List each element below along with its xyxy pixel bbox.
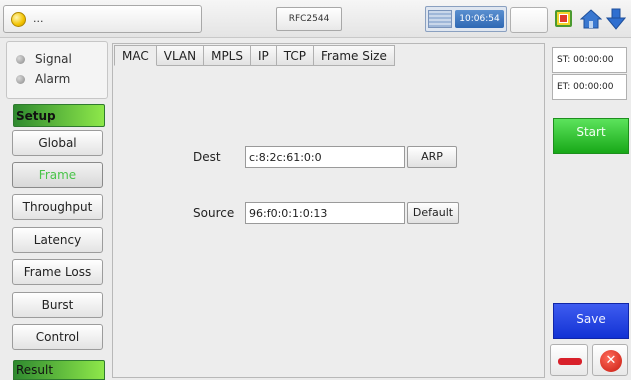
tab-vlan[interactable]: VLAN: [156, 45, 205, 66]
blank-status-box[interactable]: [510, 7, 548, 33]
nav-frame[interactable]: Frame: [12, 162, 103, 188]
alarm-led-icon: [16, 75, 25, 84]
indicator-signal: Signal: [16, 52, 72, 70]
arrow-down-icon[interactable]: [606, 8, 626, 30]
nav-throughput[interactable]: Throughput: [12, 194, 103, 220]
indicator-label: Alarm: [35, 72, 71, 86]
tab-frame-size[interactable]: Frame Size: [314, 45, 395, 66]
tab-tcp[interactable]: TCP: [276, 45, 315, 66]
indicator-alarm: Alarm: [16, 72, 70, 90]
clock-time: 10:06:54: [455, 10, 504, 28]
nav-latency[interactable]: Latency: [12, 227, 103, 253]
indicator-panel: Signal Alarm: [6, 41, 108, 99]
left-sidebar: Signal Alarm Setup Global Frame Throughp…: [3, 41, 108, 380]
app-grid-icon[interactable]: [555, 10, 572, 27]
dest-label: Dest: [193, 150, 221, 164]
tab-ip[interactable]: IP: [251, 45, 277, 66]
status-text: ...: [33, 12, 44, 25]
status-display[interactable]: ...: [3, 5, 202, 33]
nav-control[interactable]: Control: [12, 324, 103, 350]
nav-burst[interactable]: Burst: [12, 292, 103, 318]
signal-led-icon: [16, 55, 25, 64]
tab-bar: MAC VLAN MPLS IP TCP Frame Size: [114, 45, 395, 67]
status-led-icon: [11, 12, 26, 27]
test-name-badge[interactable]: RFC2544: [276, 7, 342, 31]
arp-button[interactable]: ARP: [407, 146, 457, 168]
start-button[interactable]: Start: [553, 118, 629, 154]
top-toolbar: ... RFC2544 10:06:54: [0, 0, 631, 38]
nav-global[interactable]: Global: [12, 130, 103, 156]
save-button[interactable]: Save: [553, 303, 629, 339]
dest-mac-input[interactable]: [245, 146, 405, 168]
tab-mac[interactable]: MAC: [114, 45, 157, 66]
right-panel: ST: 00:00:00 ET: 00:00:00 Start Save ✕: [548, 41, 631, 380]
calendar-icon: [428, 10, 452, 28]
source-label: Source: [193, 206, 235, 220]
close-button[interactable]: ✕: [592, 344, 628, 376]
result-heading[interactable]: Result: [13, 360, 105, 380]
main-panel: MAC VLAN MPLS IP TCP Frame Size Dest ARP…: [112, 43, 545, 378]
setup-heading: Setup: [13, 104, 105, 127]
close-icon: ✕: [600, 350, 622, 372]
source-mac-input[interactable]: [245, 202, 405, 224]
tab-mpls[interactable]: MPLS: [204, 45, 251, 66]
indicator-label: Signal: [35, 52, 72, 66]
start-time-display: ST: 00:00:00: [552, 47, 627, 73]
nav-frame-loss[interactable]: Frame Loss: [12, 259, 103, 285]
remove-icon[interactable]: [550, 344, 588, 376]
end-time-display: ET: 00:00:00: [552, 74, 627, 100]
default-button[interactable]: Default: [407, 202, 459, 224]
clock-widget[interactable]: 10:06:54: [425, 6, 507, 32]
home-icon[interactable]: [580, 9, 602, 29]
